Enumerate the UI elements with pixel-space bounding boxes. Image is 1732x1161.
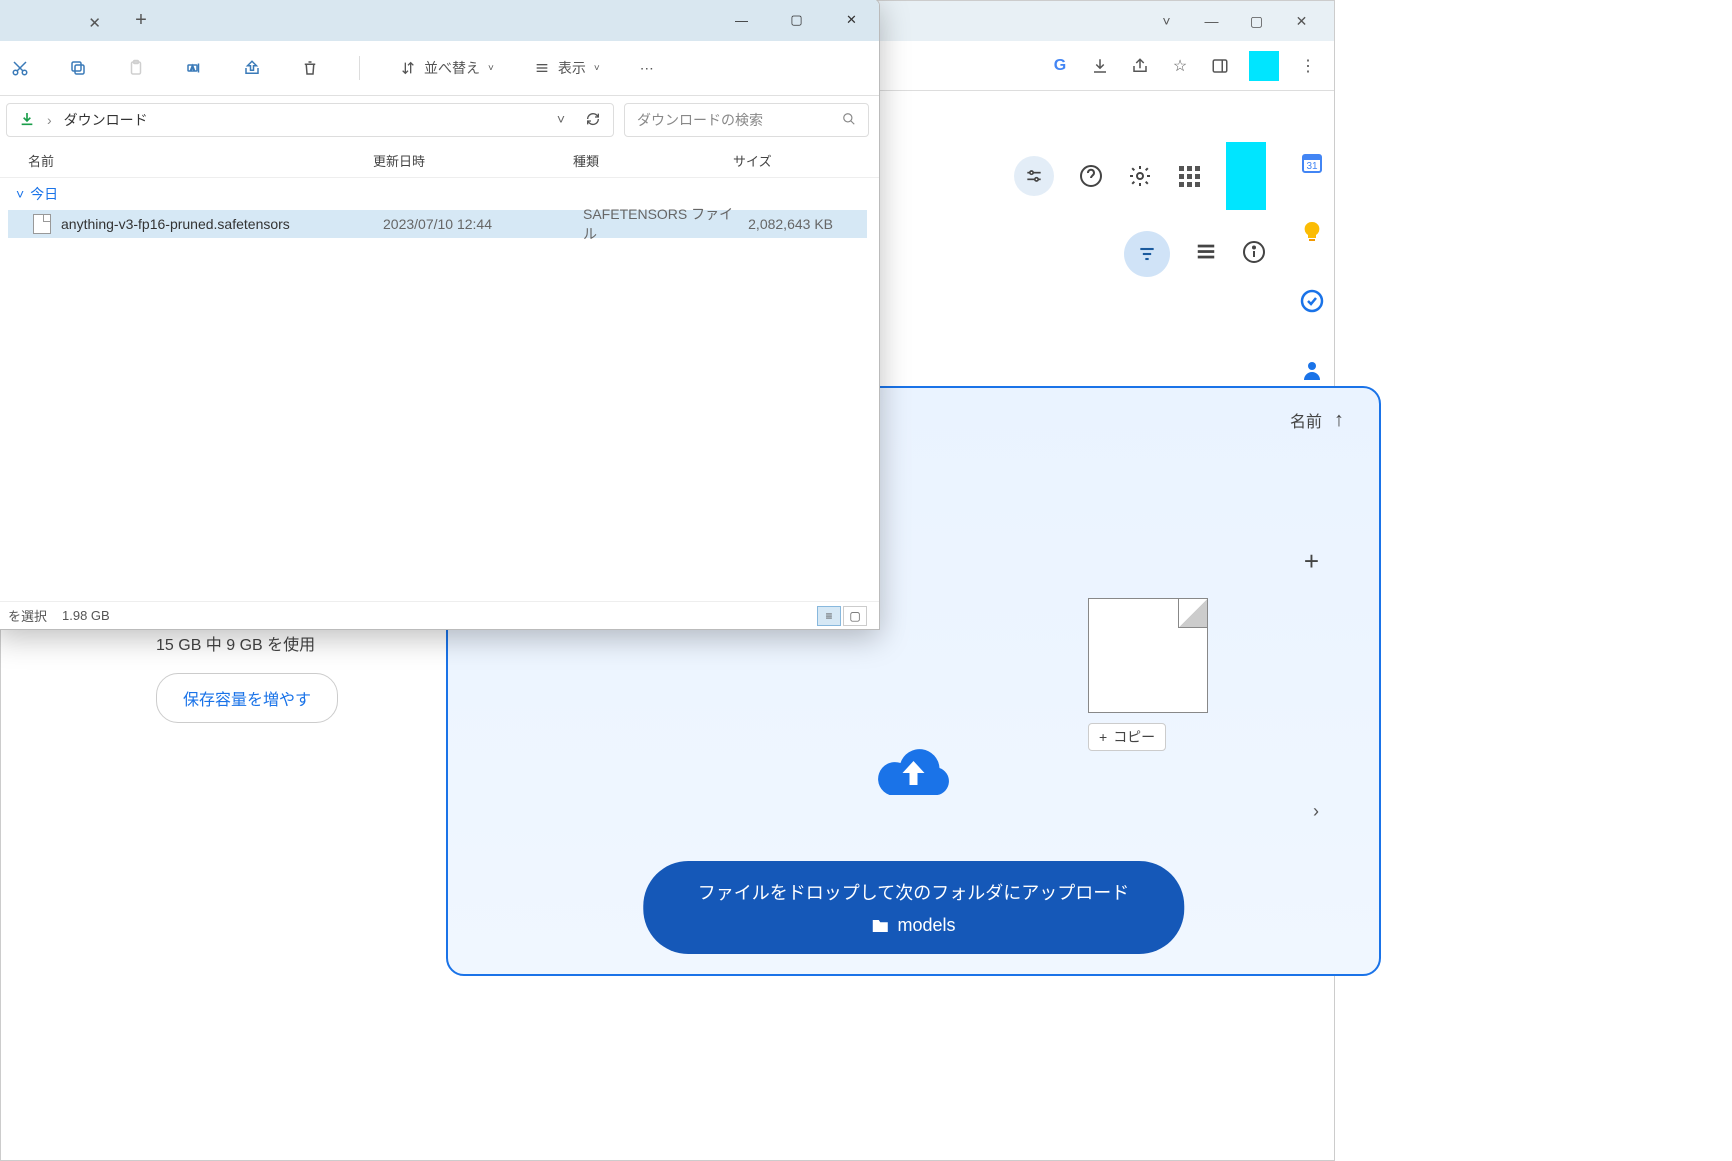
copy-icon[interactable] — [69, 59, 87, 77]
browser-close-icon[interactable]: ✕ — [1279, 6, 1324, 36]
install-icon[interactable] — [1089, 55, 1111, 77]
status-size: 1.98 GB — [62, 608, 110, 623]
explorer-maximize-icon[interactable]: ▢ — [769, 0, 824, 41]
status-bar: を選択 1.98 GB ≡ ▢ — [0, 601, 879, 629]
new-tab-button[interactable]: + — [121, 9, 161, 32]
tasks-icon[interactable] — [1300, 289, 1324, 313]
browser-maximize-icon[interactable]: ▢ — [1234, 6, 1279, 36]
paste-icon[interactable] — [127, 59, 145, 77]
explorer-addressbar: › ダウンロード ˅ ダウンロードの検索 — [0, 96, 879, 144]
side-panel-icon[interactable] — [1209, 55, 1231, 77]
expand-side-panel-icon[interactable]: › — [1313, 801, 1319, 822]
google-icon[interactable]: G — [1049, 55, 1071, 77]
help-icon[interactable] — [1079, 164, 1103, 188]
explorer-minimize-icon[interactable]: — — [714, 0, 769, 41]
upload-text: ファイルをドロップして次のフォルダにアップロード — [698, 879, 1129, 905]
list-view-icon[interactable] — [1195, 241, 1217, 268]
rename-icon[interactable]: A — [185, 59, 203, 77]
col-size[interactable]: サイズ — [733, 144, 833, 177]
svg-text:31: 31 — [1306, 161, 1318, 172]
storage-usage-text: 15 GB 中 9 GB を使用 — [156, 631, 338, 655]
explorer-close-icon[interactable]: ✕ — [824, 0, 879, 41]
search-placeholder: ダウンロードの検索 — [637, 110, 763, 130]
group-today[interactable]: ˅ 今日 — [0, 178, 879, 210]
path-chevron-icon: › — [47, 112, 52, 128]
explorer-toolbar: A 並べ替え ˅ 表示 ˅ ⋯ — [0, 41, 879, 96]
upload-message-pill: ファイルをドロップして次のフォルダにアップロード models — [643, 861, 1184, 954]
path-folder: ダウンロード — [64, 110, 148, 130]
upload-target-folder: models — [897, 915, 955, 936]
path-breadcrumb[interactable]: › ダウンロード ˅ — [6, 103, 614, 137]
cut-icon[interactable] — [11, 59, 29, 77]
storage-panel: 15 GB 中 9 GB を使用 保存容量を増やす — [156, 631, 338, 723]
file-date: 2023/07/10 12:44 — [383, 216, 583, 232]
group-chevron-icon: ˅ — [16, 186, 24, 202]
google-side-panel: 31 — [1292, 141, 1332, 382]
info-icon[interactable] — [1242, 240, 1266, 269]
file-icon — [33, 214, 51, 234]
svg-text:A: A — [190, 66, 194, 72]
file-list: ˅ 今日 anything-v3-fp16-pruned.safetensors… — [0, 178, 879, 238]
file-explorer-window: ✕ + — ▢ ✕ A 並べ替え ˅ 表示 ˅ ⋯ › ダウンロード ˅ — [0, 0, 880, 630]
file-name: anything-v3-fp16-pruned.safetensors — [61, 216, 383, 232]
col-name[interactable]: 名前 — [28, 144, 373, 177]
share-icon[interactable] — [1129, 55, 1151, 77]
details-view-icon[interactable]: ≡ — [817, 606, 841, 626]
dragged-file-preview: + コピー — [1088, 598, 1208, 773]
tab-close-icon[interactable]: ✕ — [88, 14, 101, 32]
folder-icon — [871, 917, 889, 935]
apps-grid-icon[interactable] — [1177, 164, 1201, 188]
browser-chevron-icon[interactable]: ˅ — [1144, 6, 1189, 36]
copy-tooltip: + コピー — [1088, 723, 1166, 751]
browser-minimize-icon[interactable]: — — [1189, 6, 1234, 36]
copy-label: コピー — [1113, 727, 1155, 747]
more-icon[interactable]: ⋮ — [1297, 55, 1319, 77]
profile-avatar[interactable] — [1249, 51, 1279, 81]
sort-button[interactable]: 並べ替え ˅ — [400, 58, 494, 78]
file-row[interactable]: anything-v3-fp16-pruned.safetensors 2023… — [8, 210, 867, 238]
upload-cloud-icon — [871, 743, 956, 798]
calendar-icon[interactable]: 31 — [1300, 151, 1324, 175]
filter-icon[interactable] — [1124, 231, 1170, 277]
account-avatar[interactable] — [1226, 142, 1266, 210]
file-icon — [1088, 598, 1208, 713]
more-toolbar-icon[interactable]: ⋯ — [640, 60, 654, 77]
buy-storage-button[interactable]: 保存容量を増やす — [156, 673, 338, 723]
column-headers: 名前 更新日時 種類 サイズ — [0, 144, 879, 178]
plus-icon: + — [1099, 729, 1107, 745]
col-type[interactable]: 種類 — [573, 144, 733, 177]
explorer-tab[interactable]: ✕ — [1, 5, 116, 41]
sort-arrow-up-icon: ↑ — [1334, 409, 1344, 432]
downloads-icon — [19, 111, 35, 130]
settings-adjust-icon[interactable] — [1014, 156, 1054, 196]
thumbs-view-icon[interactable]: ▢ — [843, 606, 867, 626]
view-button[interactable]: 表示 ˅ — [534, 58, 600, 78]
search-icon — [842, 112, 856, 129]
side-panel-add-icon[interactable]: + — [1304, 546, 1319, 835]
refresh-icon[interactable] — [585, 111, 601, 130]
gear-icon[interactable] — [1128, 164, 1152, 188]
file-type: SAFETENSORS ファイル — [583, 204, 743, 244]
delete-icon[interactable] — [301, 59, 319, 77]
file-size: 2,082,643 KB — [743, 216, 833, 232]
star-icon[interactable]: ☆ — [1169, 55, 1191, 77]
keep-icon[interactable] — [1300, 220, 1324, 244]
sort-column-label: 名前 — [1290, 408, 1322, 432]
explorer-search-input[interactable]: ダウンロードの検索 — [624, 103, 869, 137]
col-date[interactable]: 更新日時 — [373, 144, 573, 177]
share-toolbar-icon[interactable] — [243, 59, 261, 77]
contacts-icon[interactable] — [1300, 358, 1324, 382]
status-selected: を選択 — [8, 606, 47, 625]
path-dropdown-icon[interactable]: ˅ — [557, 111, 565, 130]
explorer-titlebar: ✕ + — ▢ ✕ — [0, 0, 879, 41]
